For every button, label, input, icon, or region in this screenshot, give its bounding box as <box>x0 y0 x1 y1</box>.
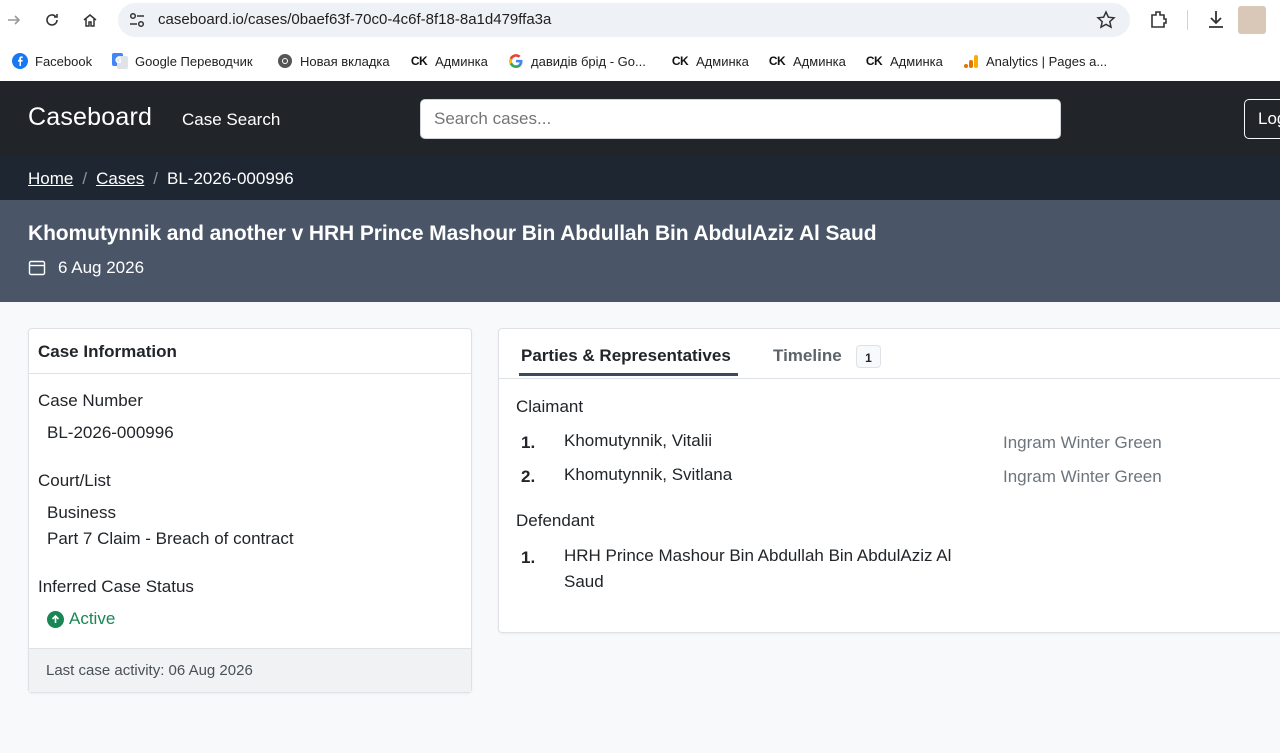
bookmarks-bar: Facebook G Google Переводчик Новая вклад… <box>0 40 1280 81</box>
bookmark-label: Админка <box>793 53 846 69</box>
party-representative[interactable]: Ingram Winter Green <box>1003 433 1162 453</box>
analytics-icon <box>963 53 979 69</box>
status-label: Inferred Case Status <box>38 577 194 596</box>
bookmark-label: Новая вкладка <box>300 53 390 69</box>
breadcrumb-home[interactable]: Home <box>28 169 73 189</box>
bookmark-label: Админка <box>696 53 749 69</box>
party-name: HRH Prince Mashour Bin Abdullah Bin Abdu… <box>564 546 952 591</box>
last-activity: Last case activity: 06 Aug 2026 <box>29 648 471 692</box>
breadcrumb: Home / Cases / BL-2026-000996 <box>0 156 1280 200</box>
parties-card: Parties & Representatives Timeline 1 Cla… <box>498 328 1280 633</box>
party-number: 1. <box>521 433 536 452</box>
status-badge: Active <box>47 609 115 629</box>
ck-icon: CK <box>865 54 883 68</box>
extensions-icon[interactable] <box>1148 8 1170 30</box>
chrome-icon <box>277 53 293 69</box>
address-bar[interactable]: caseboard.io/cases/0baef63f-70c0-4c6f-8f… <box>118 3 1130 37</box>
download-icon[interactable] <box>1205 8 1227 30</box>
party-number: 2. <box>521 467 536 486</box>
site-settings-icon[interactable] <box>128 11 146 29</box>
login-button[interactable]: Log <box>1244 99 1280 139</box>
home-icon <box>83 14 97 27</box>
url-text[interactable]: caseboard.io/cases/0baef63f-70c0-4c6f-8f… <box>158 11 551 28</box>
reload-button[interactable] <box>38 6 66 34</box>
party-name: Khomutynnik, Svitlana <box>564 465 733 484</box>
bookmark-admin-2[interactable]: CK Админка <box>671 52 749 70</box>
claimant-heading: Claimant <box>516 397 584 416</box>
breadcrumb-separator: / <box>153 169 159 188</box>
tab-bar: Parties & Representatives Timeline 1 <box>499 329 1280 379</box>
google-icon <box>508 53 524 69</box>
status-text: Active <box>69 609 116 628</box>
home-button[interactable] <box>76 6 104 34</box>
bookmark-label: Админка <box>435 53 488 69</box>
profile-avatar[interactable] <box>1238 6 1266 34</box>
breadcrumb-current: BL-2026-000996 <box>167 169 294 188</box>
court-value: Business <box>47 503 116 522</box>
ck-icon: CK <box>671 54 689 68</box>
search-input[interactable] <box>420 99 1061 139</box>
bookmark-star-icon[interactable] <box>1096 10 1116 30</box>
timeline-count-badge: 1 <box>856 345 881 368</box>
brand-logo[interactable]: Caseboard <box>28 103 152 132</box>
ck-icon: CK <box>768 54 786 68</box>
bookmark-admin-3[interactable]: CK Админка <box>768 52 846 70</box>
list-value: Part 7 Claim - Breach of contract <box>47 529 294 548</box>
page-title: Khomutynnik and another v HRH Prince Mas… <box>28 222 877 245</box>
nav-case-search[interactable]: Case Search <box>182 110 280 130</box>
bookmark-label: Analytics | Pages a... <box>986 53 1108 69</box>
case-number-label: Case Number <box>38 391 143 410</box>
app-navbar: Caseboard Case Search Log <box>0 81 1280 156</box>
party-representative[interactable]: Ingram Winter Green <box>1003 467 1162 487</box>
google-translate-icon: G <box>112 53 128 69</box>
case-header: Khomutynnik and another v HRH Prince Mas… <box>0 200 1280 302</box>
bookmark-label: Facebook <box>35 53 93 69</box>
party-number: 1. <box>521 548 536 567</box>
active-tab-indicator <box>519 373 738 376</box>
toolbar-divider <box>1187 10 1188 30</box>
tab-timeline[interactable]: Timeline <box>773 346 842 366</box>
bookmark-new-tab[interactable]: Новая вкладка <box>277 52 390 70</box>
party-name: Khomutynnik, Vitalii <box>564 431 713 450</box>
forward-button[interactable] <box>0 6 28 34</box>
bookmark-facebook[interactable]: Facebook <box>12 52 92 70</box>
tab-parties[interactable]: Parties & Representatives <box>521 346 731 366</box>
bookmark-label: Админка <box>890 53 943 69</box>
arrow-up-circle-icon <box>47 610 64 628</box>
case-date-text: 6 Aug 2026 <box>58 258 145 277</box>
browser-toolbar: caseboard.io/cases/0baef63f-70c0-4c6f-8f… <box>0 0 1280 40</box>
case-number-value: BL-2026-000996 <box>47 423 174 442</box>
bookmark-admin-1[interactable]: CK Админка <box>410 52 488 70</box>
breadcrumb-cases[interactable]: Cases <box>96 169 144 189</box>
breadcrumb-separator: / <box>82 169 88 188</box>
court-list-label: Court/List <box>38 471 111 490</box>
arrow-right-icon <box>8 15 21 25</box>
case-date: 6 Aug 2026 <box>28 258 144 278</box>
bookmark-label: Google Переводчик <box>135 53 253 69</box>
bookmark-google-search[interactable]: давидів брід - Go... <box>508 52 646 70</box>
bookmark-analytics[interactable]: Analytics | Pages a... <box>963 52 1107 70</box>
case-information-card: Case Information Case Number BL-2026-000… <box>28 328 472 693</box>
calendar-icon <box>28 260 46 276</box>
bookmark-google-translate[interactable]: G Google Переводчик <box>112 52 253 70</box>
reload-icon <box>46 14 58 26</box>
defendant-heading: Defendant <box>516 511 595 530</box>
bookmark-admin-4[interactable]: CK Админка <box>865 52 943 70</box>
card-header: Case Information <box>29 329 471 374</box>
ck-icon: CK <box>410 54 428 68</box>
svg-text:G: G <box>115 56 122 65</box>
facebook-icon <box>12 53 28 69</box>
bookmark-label: давидів брід - Go... <box>531 53 646 69</box>
